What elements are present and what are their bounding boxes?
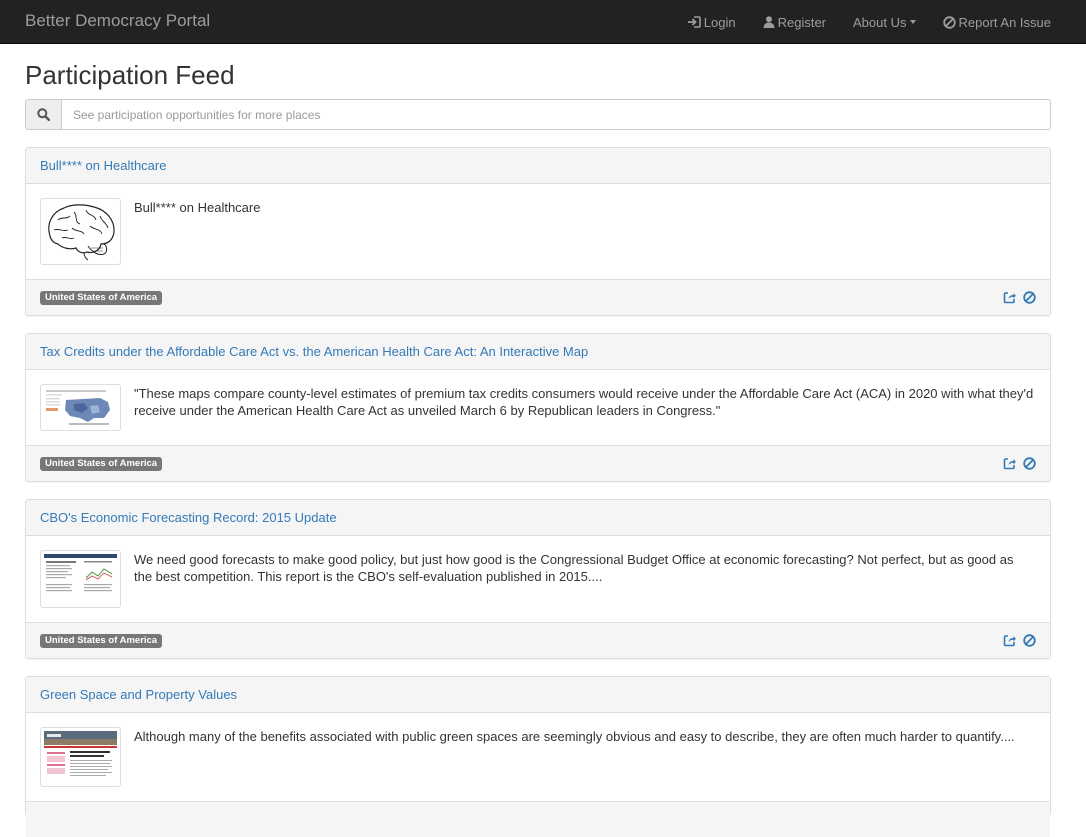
feed-item-description: Although many of the benefits associated…	[134, 729, 1015, 744]
report-button[interactable]	[1023, 457, 1036, 470]
share-icon	[1003, 458, 1016, 470]
report-issue-link[interactable]: Report An Issue	[942, 0, 1052, 44]
report-button[interactable]	[1023, 291, 1036, 304]
top-navbar: Better Democracy Portal Login Register A…	[0, 0, 1086, 44]
feed-item-description: "These maps compare county-level estimat…	[134, 386, 1034, 418]
feed-item: Tax Credits under the Affordable Care Ac…	[25, 333, 1051, 482]
feed-item-actions	[1003, 634, 1036, 647]
feed-item-title-link[interactable]: CBO's Economic Forecasting Record: 2015 …	[40, 510, 337, 525]
user-icon	[763, 16, 775, 28]
login-icon	[687, 16, 701, 28]
feed-item-heading: Green Space and Property Values	[26, 677, 1050, 713]
location-badge: United States of America	[40, 456, 163, 471]
login-label: Login	[703, 14, 736, 30]
feed-item: CBO's Economic Forecasting Record: 2015 …	[25, 499, 1051, 659]
navbar-right: Login Register About Us Report An Issue	[687, 0, 1086, 44]
ban-icon	[1023, 634, 1036, 647]
feed-item-title-link[interactable]: Bull**** on Healthcare	[40, 158, 166, 173]
ban-icon	[942, 15, 956, 29]
feed-item-actions	[1003, 457, 1036, 470]
feed-item-heading: CBO's Economic Forecasting Record: 2015 …	[26, 500, 1050, 536]
location-badge: United States of America	[40, 290, 163, 305]
share-icon	[1003, 292, 1016, 304]
feed-item-footer: United States of America	[26, 445, 1050, 481]
register-label: Register	[777, 14, 827, 30]
feed-item-title-link[interactable]: Tax Credits under the Affordable Care Ac…	[40, 344, 588, 359]
feed-item-thumbnail[interactable]	[40, 550, 121, 608]
us-map-image	[44, 388, 117, 427]
search-input[interactable]	[61, 99, 1051, 130]
article-page-image	[44, 731, 117, 783]
report-button[interactable]	[1023, 634, 1036, 647]
brand-link[interactable]: Better Democracy Portal	[25, 11, 210, 31]
about-dropdown[interactable]: About Us	[853, 0, 916, 44]
location-badge: United States of America	[40, 633, 163, 648]
feed-item-footer: United States of America	[26, 279, 1050, 315]
feed-item-actions	[1003, 291, 1036, 304]
feed-item-title-link[interactable]: Green Space and Property Values	[40, 687, 237, 702]
feed-item-description: We need good forecasts to make good poli…	[134, 552, 1014, 584]
register-link[interactable]: Register	[763, 0, 826, 44]
feed-item-heading: Bull**** on Healthcare	[26, 148, 1050, 184]
feed-item-footer	[26, 801, 1050, 837]
search-group	[25, 99, 1051, 130]
ban-icon	[1023, 291, 1036, 304]
about-label: About Us	[853, 14, 907, 30]
feed-item-heading: Tax Credits under the Affordable Care Ac…	[26, 334, 1050, 370]
feed-item-body: Bull**** on Healthcare	[26, 184, 1050, 279]
page-title: Participation Feed	[25, 60, 235, 90]
feed-item-description: Bull**** on Healthcare	[134, 200, 261, 215]
report-page-image	[44, 554, 117, 604]
search-addon	[25, 99, 61, 130]
feed-item-body: We need good forecasts to make good poli…	[26, 536, 1050, 622]
feed-item: Green Space and Property Values Although…	[25, 676, 1051, 837]
feed-item-body: Although many of the benefits associated…	[26, 713, 1050, 801]
feed-item-thumbnail[interactable]	[40, 384, 121, 431]
share-button[interactable]	[1003, 457, 1016, 470]
feed-item-body: "These maps compare county-level estimat…	[26, 370, 1050, 445]
feed-item-thumbnail[interactable]	[40, 198, 121, 265]
brain-drawing-image	[48, 204, 115, 261]
ban-icon	[1023, 457, 1036, 470]
share-icon	[1003, 635, 1016, 647]
caret-down-icon	[909, 20, 916, 24]
search-icon	[37, 108, 50, 121]
share-button[interactable]	[1003, 291, 1016, 304]
report-label: Report An Issue	[958, 14, 1052, 30]
feed-item-footer: United States of America	[26, 622, 1050, 658]
feed-item-thumbnail[interactable]	[40, 727, 121, 787]
share-button[interactable]	[1003, 634, 1016, 647]
login-link[interactable]: Login	[687, 0, 736, 44]
feed-item: Bull**** on Healthcare Bull**** on Healt…	[25, 147, 1051, 316]
